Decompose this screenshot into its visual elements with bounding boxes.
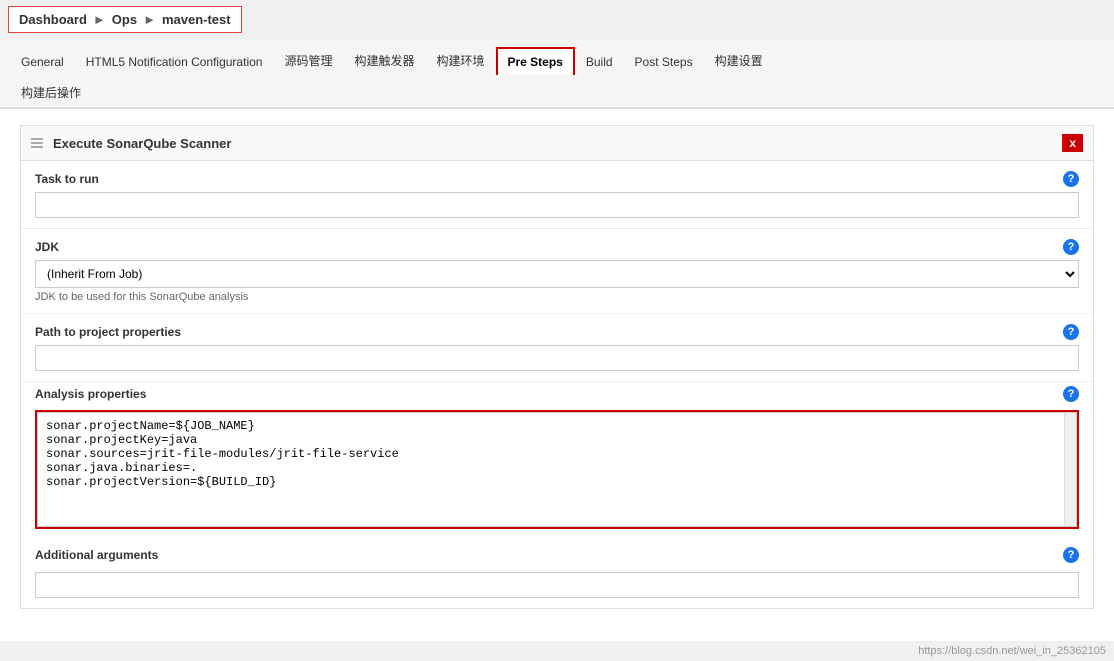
path-label: Path to project properties <box>35 325 181 339</box>
close-button[interactable]: x <box>1062 134 1083 152</box>
tab-post-steps[interactable]: Post Steps <box>624 48 704 75</box>
tab-row-1: GeneralHTML5 Notification Configuration源… <box>0 39 1114 75</box>
textarea-wrapper: sonar.projectName=${JOB_NAME} sonar.proj… <box>37 412 1077 527</box>
task-to-run-help[interactable]: ? <box>1063 171 1079 187</box>
scrollbar[interactable] <box>1064 413 1076 526</box>
tab-build[interactable]: Build <box>575 48 624 75</box>
task-to-run-field: Task to run ? <box>21 161 1093 229</box>
sonarqube-section: Execute SonarQube Scanner x Task to run … <box>20 125 1094 609</box>
additional-args-label: Additional arguments <box>35 548 158 562</box>
analysis-props-help[interactable]: ? <box>1063 386 1079 402</box>
analysis-props-border: sonar.projectName=${JOB_NAME} sonar.proj… <box>35 410 1079 529</box>
task-to-run-input[interactable] <box>35 192 1079 218</box>
content-area: Execute SonarQube Scanner x Task to run … <box>0 108 1114 641</box>
tab-html5-notification-configuration[interactable]: HTML5 Notification Configuration <box>75 48 274 75</box>
breadcrumb-item-maven-test[interactable]: maven-test <box>162 12 231 27</box>
breadcrumb-item-dashboard[interactable]: Dashboard <box>19 12 87 27</box>
analysis-props-box: sonar.projectName=${JOB_NAME} sonar.proj… <box>35 410 1079 529</box>
jdk-help[interactable]: ? <box>1063 239 1079 255</box>
breadcrumb-sep-2: ► <box>143 12 156 27</box>
additional-args-help[interactable]: ? <box>1063 547 1079 563</box>
tab-pre-steps[interactable]: Pre Steps <box>496 47 575 75</box>
section-title: Execute SonarQube Scanner <box>31 136 231 151</box>
breadcrumb-item-ops[interactable]: Ops <box>112 12 137 27</box>
jdk-field: JDK ? (Inherit From Job) JDK 8 JDK 11 JD… <box>21 229 1093 314</box>
additional-args-field: Additional arguments ? <box>21 539 1093 608</box>
breadcrumb-sep-1: ► <box>93 12 106 27</box>
analysis-props-label: Analysis properties <box>35 387 146 401</box>
tab-row2-构建后操作[interactable]: 构建后操作 <box>10 77 1104 107</box>
analysis-props-row: Analysis properties ? sonar.projectName=… <box>21 382 1093 539</box>
tab-row-2: 构建后操作 <box>0 75 1114 107</box>
drag-handle[interactable] <box>31 138 43 148</box>
jdk-hint: JDK to be used for this SonarQube analys… <box>35 291 1079 303</box>
section-title-text: Execute SonarQube Scanner <box>53 136 231 151</box>
tab-构建设置[interactable]: 构建设置 <box>704 45 774 75</box>
tabs-wrapper: GeneralHTML5 Notification Configuration源… <box>0 39 1114 108</box>
jdk-select[interactable]: (Inherit From Job) JDK 8 JDK 11 <box>35 260 1079 288</box>
tab-构建触发器[interactable]: 构建触发器 <box>343 45 425 75</box>
additional-args-input[interactable] <box>35 572 1079 598</box>
breadcrumb: Dashboard ► Ops ► maven-test <box>8 6 242 33</box>
tab-general[interactable]: General <box>10 48 75 75</box>
tab-源码管理[interactable]: 源码管理 <box>273 45 343 75</box>
footer-url: https://blog.csdn.net/wei_in_25362105 <box>0 641 1114 661</box>
path-field: Path to project properties ? <box>21 314 1093 382</box>
task-to-run-label: Task to run <box>35 172 99 186</box>
tab-构建环境[interactable]: 构建环境 <box>425 45 495 75</box>
path-input[interactable] <box>35 345 1079 371</box>
jdk-label: JDK <box>35 240 59 254</box>
section-header: Execute SonarQube Scanner x <box>21 126 1093 161</box>
path-help[interactable]: ? <box>1063 324 1079 340</box>
analysis-label-row: Analysis properties ? <box>35 386 1079 402</box>
analysis-props-textarea[interactable]: sonar.projectName=${JOB_NAME} sonar.proj… <box>38 413 1064 523</box>
